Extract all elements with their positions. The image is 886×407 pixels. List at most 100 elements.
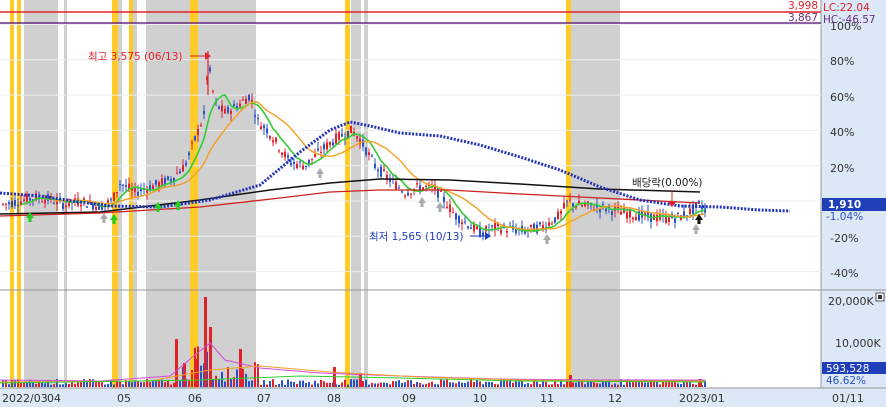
volume-bar bbox=[395, 381, 397, 387]
volume-bar bbox=[461, 382, 463, 387]
candle-body bbox=[410, 193, 412, 195]
volume-bar bbox=[527, 383, 529, 387]
candle-body bbox=[119, 183, 121, 185]
volume-bar bbox=[392, 381, 394, 387]
candle-body bbox=[416, 183, 418, 185]
volume-tick-label: 10,000K bbox=[835, 337, 881, 350]
candle-body bbox=[542, 224, 544, 229]
candle-body bbox=[449, 204, 451, 213]
candle-body bbox=[203, 110, 205, 115]
candle-body bbox=[278, 150, 280, 152]
volume-bar bbox=[212, 379, 214, 387]
month-label: 07 bbox=[257, 392, 271, 405]
volume-percent: 46.62% bbox=[826, 375, 866, 387]
month-label: 11 bbox=[540, 392, 554, 405]
volume-bar bbox=[557, 383, 559, 387]
volume-bar bbox=[326, 382, 328, 387]
volume-bar bbox=[680, 384, 682, 387]
candle-body bbox=[470, 227, 472, 229]
volume-bar bbox=[614, 383, 616, 387]
volume-bar bbox=[521, 381, 523, 387]
volume-bar bbox=[338, 384, 340, 387]
month-label: 05 bbox=[117, 392, 131, 405]
volume-bar bbox=[101, 382, 103, 387]
volume-bar bbox=[458, 381, 460, 387]
month-label: 2022/03 bbox=[2, 392, 48, 405]
candle-body bbox=[620, 211, 622, 215]
volume-bar bbox=[542, 381, 544, 387]
candle-body bbox=[200, 124, 202, 126]
candle-body bbox=[329, 141, 331, 145]
volume-bar bbox=[524, 384, 526, 387]
candle-body bbox=[65, 205, 67, 208]
volume-bar bbox=[371, 382, 373, 387]
volume-bar bbox=[311, 384, 313, 387]
candle-body bbox=[446, 206, 448, 209]
volume-bar bbox=[305, 382, 307, 387]
candle-body bbox=[5, 203, 7, 205]
volume-bar bbox=[653, 381, 655, 387]
volume-bar bbox=[71, 381, 73, 387]
volume-spike-bar bbox=[359, 373, 362, 387]
candle-body bbox=[383, 169, 385, 171]
price-tick-label: -20% bbox=[830, 232, 858, 245]
candle-body bbox=[212, 90, 214, 92]
volume-bar bbox=[293, 382, 295, 387]
candle-body bbox=[239, 103, 241, 107]
volume-tick-label: 20,000K bbox=[828, 295, 874, 308]
volume-bar bbox=[449, 382, 451, 387]
volume-bar bbox=[290, 381, 292, 387]
candle-body bbox=[458, 216, 460, 224]
candle-body bbox=[320, 151, 322, 153]
volume-bar bbox=[437, 384, 439, 387]
volume-bar bbox=[368, 384, 370, 387]
volume-bar bbox=[440, 379, 442, 387]
candle-body bbox=[221, 105, 223, 112]
candle-body bbox=[242, 99, 244, 101]
candle-body bbox=[176, 172, 178, 174]
candle-body bbox=[464, 221, 466, 223]
volume-bar bbox=[473, 381, 475, 387]
candle-body bbox=[668, 217, 670, 222]
candle-body bbox=[551, 223, 553, 225]
candle-body bbox=[11, 200, 13, 208]
volume-bar bbox=[281, 380, 283, 387]
candle-body bbox=[218, 106, 220, 109]
volume-bar bbox=[269, 381, 271, 387]
candle-body bbox=[341, 134, 343, 137]
month-label: 04 bbox=[47, 392, 61, 405]
candle-body bbox=[263, 125, 265, 129]
volume-bar bbox=[263, 380, 265, 387]
current-volume: 593,528 bbox=[826, 363, 869, 375]
candle-body bbox=[443, 196, 445, 203]
volume-spike-bar bbox=[175, 339, 178, 387]
volume-bar bbox=[158, 380, 160, 387]
month-label: 09 bbox=[402, 392, 416, 405]
candle-body bbox=[116, 192, 118, 194]
month-label: 2023/01 bbox=[679, 392, 725, 405]
candle-body bbox=[560, 210, 562, 214]
stock-chart[interactable]: 3,998 3,867 LC:22.04 HC:-46.57 100% 80% … bbox=[0, 0, 886, 407]
volume-bar bbox=[677, 383, 679, 387]
volume-bar bbox=[215, 375, 217, 387]
candle-body bbox=[299, 161, 301, 163]
volume-bar bbox=[74, 383, 76, 387]
volume-bar bbox=[593, 382, 595, 387]
candle-body bbox=[332, 142, 334, 146]
price-tick-label: 20% bbox=[830, 162, 854, 175]
candle-body bbox=[29, 198, 31, 201]
candle-body bbox=[635, 216, 637, 221]
volume-bar bbox=[179, 380, 181, 387]
candle-body bbox=[581, 204, 583, 207]
candle-body bbox=[62, 203, 64, 209]
candle-body bbox=[122, 184, 124, 186]
candle-body bbox=[14, 200, 16, 206]
volume-bar bbox=[485, 381, 487, 387]
volume-bar bbox=[308, 382, 310, 387]
candle-body bbox=[284, 151, 286, 158]
volume-bar bbox=[191, 369, 193, 387]
candle-body bbox=[293, 161, 295, 164]
volume-bar bbox=[170, 384, 172, 387]
volume-bar bbox=[611, 384, 613, 387]
volume-bar bbox=[422, 384, 424, 387]
